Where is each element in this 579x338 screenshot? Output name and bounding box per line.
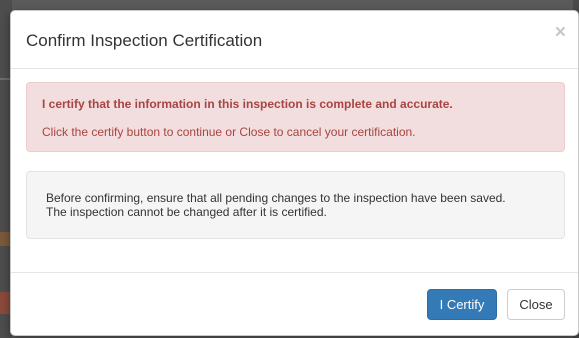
modal-header: Confirm Inspection Certification ×	[11, 11, 578, 69]
certification-alert: I certify that the information in this i…	[26, 82, 565, 152]
close-icon[interactable]: ×	[555, 23, 566, 42]
notice-text: Before confirming, ensure that all pendi…	[46, 191, 506, 219]
certification-modal: Confirm Inspection Certification × I cer…	[10, 10, 579, 336]
modal-footer: I Certify Close	[11, 272, 578, 336]
certify-button[interactable]: I Certify	[427, 289, 497, 320]
alert-message: Click the certify button to continue or …	[42, 125, 416, 139]
close-button[interactable]: Close	[507, 289, 565, 320]
modal-title: Confirm Inspection Certification	[26, 31, 263, 50]
alert-heading: I certify that the information in this i…	[42, 97, 453, 111]
pending-changes-notice: Before confirming, ensure that all pendi…	[26, 171, 565, 239]
notice-line: Before confirming, ensure that all pendi…	[46, 191, 506, 205]
notice-line: The inspection cannot be changed after i…	[46, 205, 327, 219]
